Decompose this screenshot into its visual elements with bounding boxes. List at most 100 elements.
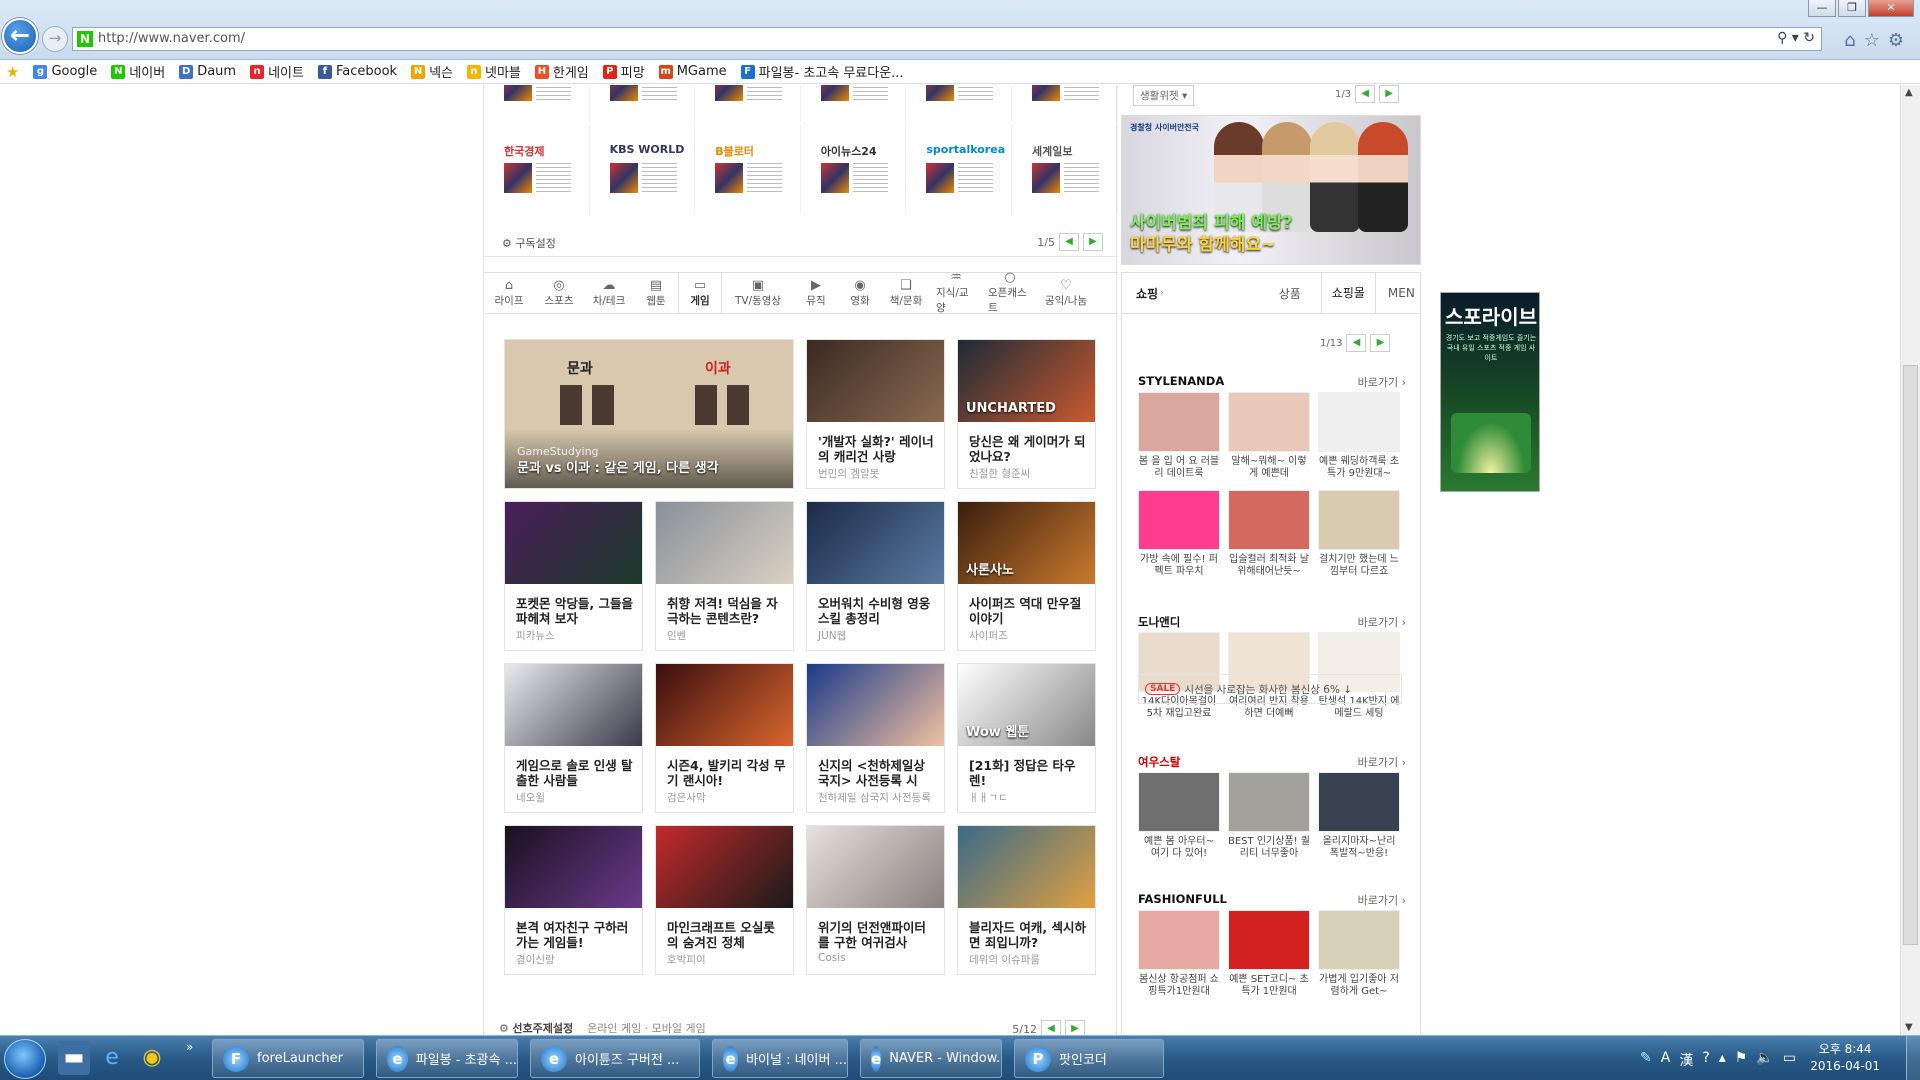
tab-0[interactable]: ⌂ 라이프 [484, 273, 534, 313]
shop-product[interactable]: 걸치기만 했는데 느낌부터 다르죠 [1318, 490, 1400, 578]
content-card[interactable]: 블리자드 여캐, 섹시하면 죄입니까? 데위의 이슈파룸 [957, 825, 1096, 975]
taskbar-task[interactable]: P 팟인코더 [1014, 1039, 1164, 1078]
volume-icon[interactable]: 🔈 [1756, 1050, 1773, 1070]
content-card[interactable]: 포켓몬 악당들, 그들을 파헤쳐 보자 피카뉴스 [504, 501, 643, 651]
press-cell[interactable] [695, 85, 801, 121]
show-desktop-button[interactable] [1906, 1036, 1920, 1080]
taskbar-task[interactable]: e NAVER - Window... [860, 1039, 1002, 1078]
scroll-down-icon[interactable]: ▼ [1905, 1022, 1913, 1033]
shop-product[interactable]: 올리지마자~난리 폭발적~반응! [1318, 772, 1400, 860]
overflow-chevron-icon[interactable]: » [186, 1040, 193, 1054]
forward-button[interactable]: → [42, 26, 68, 52]
chrome-icon[interactable]: ◉ [136, 1041, 168, 1075]
shop-product[interactable]: 가볍게 입기좋아 저렴하게 Get~ [1318, 910, 1400, 998]
shop-tab-shopping[interactable]: 쇼핑 [1136, 285, 1158, 302]
tray-expand-icon[interactable]: ▴ [1719, 1050, 1726, 1070]
widget-next-button[interactable]: ▶ [1379, 85, 1400, 103]
internet-explorer-icon[interactable]: e [96, 1041, 128, 1075]
feature-card[interactable]: 문과 이과 GameStudying 문과 vs 이과 : 같은 게임, 다른 생각 [504, 339, 794, 489]
press-cell[interactable]: KBS WORLD [590, 125, 696, 213]
shop-tab-men[interactable]: MEN [1388, 286, 1415, 300]
widget-select[interactable]: 생활위젯 ▾ [1133, 85, 1195, 106]
shop-product[interactable]: 예쁜 SET코디~ 초특가 1만원대 [1228, 910, 1310, 998]
press-cell[interactable]: 아이뉴스24 [801, 125, 907, 213]
content-card[interactable]: 취향 저격! 덕심을 자극하는 콘텐츠란? 인벤 [655, 501, 794, 651]
prev-button[interactable]: ◀ [1059, 233, 1079, 251]
ime-hanja[interactable]: 漢 [1679, 1050, 1693, 1070]
shop-prev-button[interactable]: ◀ [1346, 334, 1367, 352]
press-cell[interactable]: sportalkorea [906, 125, 1012, 213]
shop-product[interactable]: 예쁜 웨딩하객룩 초특가 9만원대~ [1318, 392, 1400, 480]
taskbar-task[interactable]: e 바이널 : 네이버 ... [712, 1039, 848, 1078]
shop-more-link[interactable]: 바로가기 › [1358, 892, 1406, 908]
shop-more-link[interactable]: 바로가기 › [1358, 754, 1406, 770]
side-advertisement[interactable]: 스포라이브 경기도 보고 적중게임도 즐기는 국내 유일 스포츠 적중 게임 사… [1440, 292, 1540, 492]
taskbar-task[interactable]: FforeLauncher [212, 1039, 364, 1078]
taskbar-task[interactable]: e 파일봉 - 초광속 ... [376, 1039, 518, 1078]
press-cell[interactable]: B블로터 [695, 125, 801, 213]
favorite-link[interactable]: P 피망 [602, 62, 645, 81]
shop-more-link[interactable]: 바로가기 › [1358, 374, 1406, 390]
favorite-link[interactable]: f Facebook [317, 64, 397, 79]
press-cell[interactable] [484, 85, 590, 121]
shop-product[interactable]: 말해~뭐해~ 이렇게 예쁜데 [1228, 392, 1310, 480]
url-text[interactable]: http://www.naver.com/ [98, 31, 245, 46]
content-card[interactable]: 게임으로 솔로 인생 탈출한 사람들 네오윌 [504, 663, 643, 813]
tab-2[interactable]: ☁ 차/테크 [584, 273, 634, 313]
tab-6[interactable]: ▶ 뮤직 [794, 273, 838, 313]
search-refresh-icons[interactable]: ⚲ ▾ ↻ [1777, 30, 1815, 46]
content-card[interactable]: 사론사노 사이퍼즈 역대 만우절 이야기 사이퍼즈 [957, 501, 1096, 651]
shop-brand[interactable]: STYLENANDA [1138, 374, 1224, 388]
press-cell[interactable]: 세계일보 [1012, 125, 1118, 213]
topic-settings[interactable]: ⚙ 선호주제설정 [499, 1022, 573, 1035]
shop-product[interactable]: 예쁜 봄 아우터~ 여기 다 있어! [1138, 772, 1220, 860]
shop-brand[interactable]: 여우스탈 [1138, 754, 1180, 770]
minimize-button[interactable]: — [1808, 0, 1836, 17]
press-cell[interactable] [590, 85, 696, 121]
shop-product[interactable]: 입술컬러 최적화 날위해태어난듯~ [1228, 490, 1310, 578]
browser-action-icons[interactable]: ⌂☆⚙ [1844, 30, 1912, 51]
press-cell[interactable]: 한국경제 [484, 125, 590, 213]
maximize-button[interactable]: ❐ [1838, 0, 1866, 17]
shop-product[interactable]: BEST 인기상품! 퀄리티 너무좋아 [1228, 772, 1310, 860]
grid-next-button[interactable]: ▶ [1065, 1020, 1085, 1035]
police-banner[interactable]: 경찰청 사이버안전국 사이버범죄 피해 예방? 마마무와 함께해요~ [1121, 115, 1421, 265]
next-button[interactable]: ▶ [1083, 233, 1103, 251]
tab-3[interactable]: ▤ 웹툰 [634, 273, 678, 313]
ime-language[interactable]: A [1661, 1050, 1671, 1070]
shop-next-button[interactable]: ▶ [1370, 334, 1391, 352]
network-icon[interactable]: ▭ [1783, 1050, 1796, 1070]
content-card[interactable]: 마인크래프트 오실롯의 숨겨진 정체 호박피이 [655, 825, 794, 975]
press-cell[interactable] [906, 85, 1012, 121]
favorite-link[interactable]: m MGame [658, 64, 727, 79]
favorite-link[interactable]: n 넷마블 [466, 62, 521, 81]
content-card[interactable]: 신지의 <천하제일상 국지> 사전등록 시 천하제일 삼국지 사전등록 [806, 663, 945, 813]
content-card[interactable]: 위기의 던전앤파이터를 구한 여귀검사 Cosis [806, 825, 945, 975]
favorite-link[interactable]: g Google [33, 64, 97, 79]
favorite-link[interactable]: F 파일봉- 초고속 무료다운... [740, 62, 904, 81]
show-desktop-icon[interactable]: ▬ [58, 1041, 90, 1075]
press-settings[interactable]: ⚙ 구독설정 [502, 235, 556, 251]
tab-7[interactable]: ◉ 영화 [838, 273, 882, 313]
press-cell[interactable] [1012, 85, 1118, 121]
favorite-link[interactable]: D Daum [179, 64, 236, 79]
back-button[interactable]: ← [2, 18, 38, 54]
scroll-thumb[interactable] [1903, 365, 1918, 945]
content-card[interactable]: 오버워치 수비형 영웅 스킬 총정리 JUN웹 [806, 501, 945, 651]
tab-8[interactable]: ❑ 책/문화 [882, 273, 930, 313]
tab-5[interactable]: ▣ TV/동영상 [722, 273, 794, 313]
favorite-link[interactable]: n 네이트 [250, 62, 304, 81]
favorite-link[interactable]: N 넥슨 [411, 62, 453, 81]
tab-9[interactable]: ♒ 지식/교양 [930, 271, 982, 315]
grid-prev-button[interactable]: ◀ [1041, 1020, 1061, 1035]
scroll-up-icon[interactable]: ▲ [1905, 87, 1913, 98]
tab-10[interactable]: ○ 오픈캐스트 [982, 271, 1038, 315]
press-cell[interactable] [801, 85, 907, 121]
shop-tab-products[interactable]: 상품 [1279, 285, 1301, 302]
taskbar-task[interactable]: e 아이튠즈 구버전 ... [530, 1039, 700, 1078]
close-button[interactable]: ✕ [1868, 0, 1914, 17]
vertical-scrollbar[interactable]: ▲ ▼ [1900, 85, 1920, 1035]
shop-brand[interactable]: FASHIONFULL [1138, 892, 1227, 906]
shop-brand[interactable]: 도나앤디 [1138, 614, 1180, 630]
help-icon[interactable]: ? [1702, 1050, 1709, 1070]
